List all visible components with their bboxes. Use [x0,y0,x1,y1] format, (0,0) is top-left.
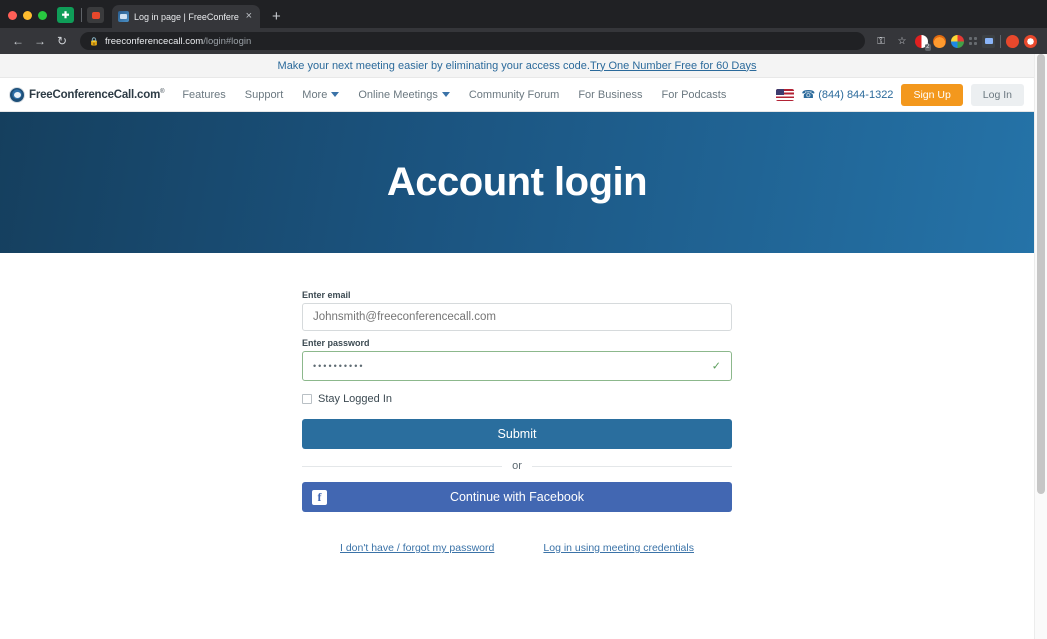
star-icon[interactable]: ☆ [894,33,910,49]
main-nav: Features Support More Online Meetings Co… [182,89,726,101]
password-input[interactable]: •••••••••• [302,351,732,381]
nav-label: Support [245,89,284,101]
or-divider: or [302,460,732,472]
divider-line [302,466,502,467]
nav-label: Features [182,89,225,101]
password-field-group: Enter password •••••••••• ✓ [302,338,732,381]
forward-icon[interactable]: → [30,31,50,51]
phone-number: (844) 844-1322 [818,89,893,101]
window-controls [8,11,47,28]
close-tab-icon[interactable]: × [244,11,254,22]
scrollbar-thumb[interactable] [1037,54,1045,494]
or-label: or [512,460,522,472]
forgot-password-link[interactable]: I don't have / forgot my password [340,542,494,554]
us-flag-icon[interactable] [776,89,794,101]
email-field-group: Enter email [302,290,732,331]
brand-name: FreeConferenceCall.com® [29,89,164,101]
extension-icon-1[interactable]: 2 [915,35,928,48]
facebook-button-label: Continue with Facebook [302,490,732,504]
extension-badge: 2 [925,44,931,51]
youtube-icon[interactable] [87,7,104,23]
extension-icon-3[interactable] [951,35,964,48]
sign-up-button[interactable]: Sign Up [901,84,962,106]
extension-icon-2[interactable] [933,35,946,48]
email-label: Enter email [302,290,732,300]
nav-item-more[interactable]: More [302,89,339,101]
chevron-down-icon [442,92,450,97]
reload-icon[interactable]: ↻ [52,31,72,51]
chevron-down-icon [331,92,339,97]
browser-tab[interactable]: Log in page | FreeConferenceC × [112,5,260,28]
stay-logged-in-row[interactable]: Stay Logged In [302,393,732,405]
close-window-button[interactable] [8,11,17,20]
url-path: /login#login [203,36,251,47]
promo-text: Make your next meeting easier by elimina… [278,60,590,72]
address-bar[interactable]: 🔒 freeconferencecall.com/login#login [80,32,865,50]
page-title: Account login [387,160,647,205]
site-logo[interactable]: FreeConferenceCall.com® [9,87,164,103]
facebook-icon: f [312,490,327,505]
header-actions: ☎(844) 844-1322 Sign Up Log In [776,84,1025,106]
log-in-button[interactable]: Log In [971,84,1024,106]
url-text: freeconferencecall.com/login#login [105,36,251,47]
url-host: freeconferencecall.com [105,36,203,47]
tab-title: Log in page | FreeConferenceC [134,12,239,22]
divider [81,8,82,22]
form-footer-links: I don't have / forgot my password Log in… [302,542,732,554]
stay-logged-in-checkbox[interactable] [302,394,312,404]
new-tab-button[interactable]: + [272,9,281,24]
email-input[interactable] [302,303,732,331]
maximize-window-button[interactable] [38,11,47,20]
stay-logged-in-label: Stay Logged In [318,393,392,405]
nav-item-for-podcasts[interactable]: For Podcasts [662,89,727,101]
page-scrollbar[interactable] [1034,54,1047,639]
lock-icon: 🔒 [89,37,99,46]
minimize-window-button[interactable] [23,11,32,20]
profile-avatar[interactable] [1006,35,1019,48]
sheets-icon[interactable]: ✚ [57,7,74,23]
continue-with-facebook-button[interactable]: f Continue with Facebook [302,482,732,512]
browser-toolbar-icons: ⚿ ☆ 2 [873,33,1039,49]
login-form: Enter email Enter password •••••••••• ✓ … [302,290,732,639]
meeting-credentials-link[interactable]: Log in using meeting credentials [543,542,694,554]
valid-check-icon: ✓ [712,360,721,373]
main-content: Enter email Enter password •••••••••• ✓ … [0,253,1034,639]
conference-phone-icon [9,87,25,103]
divider [1000,35,1001,48]
extensions-menu-icon[interactable] [969,37,977,45]
nav-label: Community Forum [469,89,559,101]
phone-icon: ☎ [802,88,816,101]
browser-nav-bar: ← → ↻ 🔒 freeconferencecall.com/login#log… [0,28,1047,54]
divider-line [532,466,732,467]
nav-label: For Podcasts [662,89,727,101]
submit-button[interactable]: Submit [302,419,732,449]
nav-label: More [302,89,327,101]
key-icon[interactable]: ⚿ [873,33,889,49]
promo-link[interactable]: Try One Number Free for 60 Days [590,60,756,72]
password-input-wrapper: •••••••••• ✓ [302,351,732,381]
nav-label: For Business [578,89,642,101]
page-viewport: Make your next meeting easier by elimina… [0,54,1047,639]
browser-tab-bar: ✚ Log in page | FreeConferenceC × + [0,0,1047,28]
browser-window: ✚ Log in page | FreeConferenceC × + ← → … [0,0,1047,639]
back-icon[interactable]: ← [8,31,28,51]
nav-item-features[interactable]: Features [182,89,225,101]
nav-item-support[interactable]: Support [245,89,284,101]
support-phone[interactable]: ☎(844) 844-1322 [802,88,894,101]
nav-label: Online Meetings [358,89,438,101]
media-icon[interactable] [982,35,995,48]
promo-banner: Make your next meeting easier by elimina… [0,54,1034,78]
registered-mark: ® [160,89,164,95]
nav-item-community-forum[interactable]: Community Forum [469,89,559,101]
browser-menu-icon[interactable] [1024,35,1037,48]
hero-banner: Account login [0,112,1034,253]
nav-item-online-meetings[interactable]: Online Meetings [358,89,450,101]
nav-item-for-business[interactable]: For Business [578,89,642,101]
password-label: Enter password [302,338,732,348]
site-header: FreeConferenceCall.com® Features Support… [0,78,1034,112]
page-content-column: Make your next meeting easier by elimina… [0,54,1034,639]
favicon-icon [118,11,129,22]
